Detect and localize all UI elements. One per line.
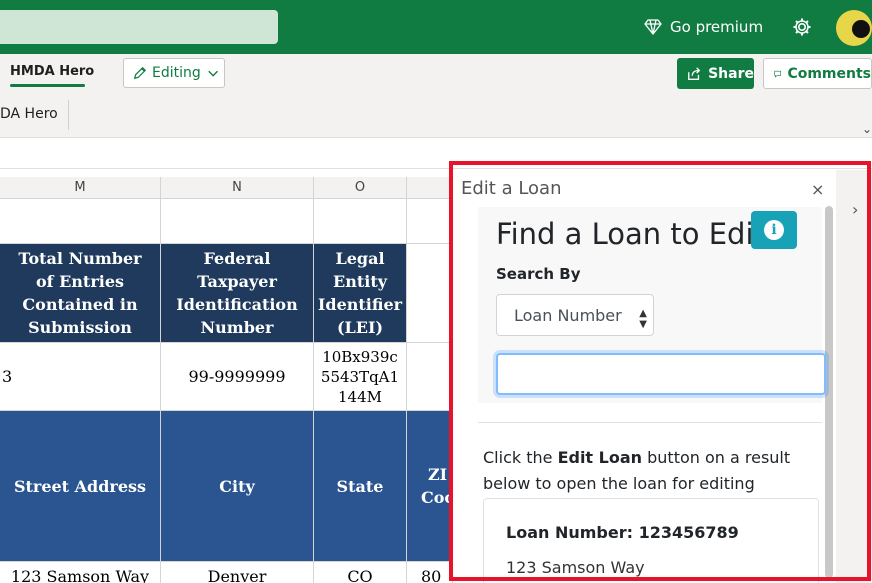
cell-total-entries[interactable]: 3 <box>0 343 161 411</box>
chevron-down-icon <box>208 70 218 77</box>
avatar[interactable] <box>836 10 872 46</box>
pencil-icon <box>133 66 147 80</box>
cell-state[interactable]: CO <box>314 562 407 583</box>
loan-search-input[interactable] <box>496 353 826 395</box>
tab-hmda-hero[interactable]: HMDA Hero <box>10 64 94 79</box>
share-label: Share <box>708 65 754 82</box>
instructions-text: Click the Edit Loan button on a result b… <box>483 448 791 493</box>
share-icon <box>688 66 701 80</box>
result-loan-number: Loan Number: 123456789 <box>506 523 739 542</box>
cell-city[interactable]: Denver <box>161 562 314 583</box>
premium-label: Go premium <box>670 18 764 36</box>
chevron-right-icon[interactable]: › <box>852 200 858 219</box>
info-icon: i <box>764 220 784 240</box>
result-address: 123 Samson Way <box>506 558 645 577</box>
cell-empty[interactable] <box>407 244 453 343</box>
go-premium-link[interactable]: Go premium <box>644 16 763 38</box>
info-button[interactable]: i <box>751 211 797 249</box>
header-cell-tax-id[interactable]: Federal Taxpayer Identification Number <box>161 244 314 343</box>
search-by-label: Search By <box>496 265 581 283</box>
loan-result-card[interactable]: Loan Number: 123456789 123 Samson Way <box>483 498 819 583</box>
panel-title: Edit a Loan <box>461 178 562 199</box>
header-cell-zip[interactable]: ZI Coc <box>407 411 453 562</box>
cell-empty[interactable] <box>0 199 161 244</box>
cell-lei[interactable]: 10Bx939c5543TqA1144M <box>314 343 407 411</box>
cell-empty[interactable] <box>314 199 407 244</box>
ribbon-separator <box>68 100 69 130</box>
search-card: Find a Loan to Edit i Search By Loan Num… <box>478 207 826 403</box>
cell-empty[interactable] <box>407 343 453 411</box>
column-header-o[interactable]: O <box>314 177 407 199</box>
formula-bar-area <box>0 139 872 169</box>
cell-empty[interactable] <box>407 199 453 244</box>
comments-button[interactable]: Comments <box>763 58 872 89</box>
header-cell-street-address[interactable]: Street Address <box>0 411 161 562</box>
comment-icon <box>774 70 782 77</box>
header-cell-city[interactable]: City <box>161 411 314 562</box>
column-header-m[interactable]: M <box>0 177 161 199</box>
search-by-select[interactable]: Loan Number ▲ ▼ <box>496 294 654 336</box>
editing-mode-button[interactable]: Editing <box>123 58 225 88</box>
task-pane-edge <box>836 170 872 583</box>
search-box[interactable] <box>0 10 278 44</box>
column-header-p[interactable] <box>407 177 453 199</box>
cell-street-address[interactable]: 123 Samson Way <box>0 562 161 583</box>
panel-scrollbar[interactable] <box>825 206 833 578</box>
find-loan-heading: Find a Loan to Edit <box>496 217 765 251</box>
close-icon[interactable]: × <box>811 180 824 199</box>
select-caret-icon: ▲ ▼ <box>639 308 647 330</box>
cell-zip[interactable]: 80 <box>407 562 453 583</box>
header-cell-lei[interactable]: Legal Entity Identifier (LEI) <box>314 244 407 343</box>
app-header: Go premium <box>0 0 872 54</box>
divider <box>478 422 822 423</box>
ribbon-group-hmda-hero[interactable]: DA Hero <box>0 106 58 122</box>
header-cell-state[interactable]: State <box>314 411 407 562</box>
ribbon: HMDA Hero Editing Share Comments DA Hero… <box>0 54 872 138</box>
share-button[interactable]: Share <box>677 58 754 89</box>
cell-tax-id[interactable]: 99-9999999 <box>161 343 314 411</box>
gear-icon[interactable] <box>791 16 813 38</box>
column-header-n[interactable]: N <box>161 177 314 199</box>
cell-empty[interactable] <box>161 199 314 244</box>
ribbon-expand-icon[interactable]: ⌄ <box>862 122 872 136</box>
header-cell-total-entries[interactable]: Total Number of Entries Contained in Sub… <box>0 244 161 343</box>
select-value: Loan Number <box>514 305 622 325</box>
edit-loan-panel: Edit a Loan × Find a Loan to Edit i Sear… <box>453 170 836 583</box>
diamond-icon <box>644 19 662 35</box>
tab-active-indicator <box>10 84 85 87</box>
comments-label: Comments <box>787 65 871 82</box>
editing-label: Editing <box>151 65 201 81</box>
